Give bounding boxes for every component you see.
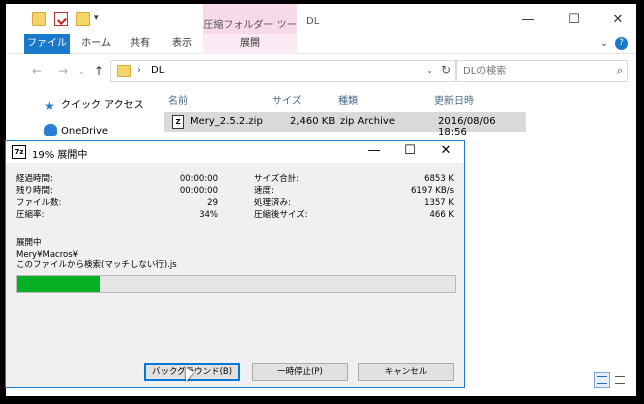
close-icon[interactable]: ✕	[436, 143, 456, 158]
tab-extract[interactable]: 展開	[203, 34, 297, 54]
mouse-cursor-icon	[186, 368, 194, 382]
pause-button[interactable]: 一時停止(P)	[252, 363, 348, 381]
search-input[interactable]	[457, 61, 607, 81]
details-view-icon[interactable]	[594, 372, 610, 388]
help-icon[interactable]: ?	[615, 37, 628, 50]
chevron-down-icon[interactable]: ⌄	[600, 38, 608, 49]
remaining-label: 残り時間:	[16, 186, 53, 196]
details-lines	[597, 376, 607, 384]
column-header-modified[interactable]: 更新日時	[434, 92, 474, 107]
close-icon[interactable]: ✕	[608, 12, 628, 27]
minimize-icon[interactable]: —	[518, 12, 538, 27]
elapsed-value: 00:00:00	[179, 174, 218, 184]
ratio-label: 圧縮率:	[16, 210, 45, 220]
cancel-button[interactable]: キャンセル	[358, 363, 454, 381]
chevron-down-icon[interactable]: ⌄	[426, 66, 433, 75]
file-modified: 2016/08/06 18:56	[438, 116, 496, 138]
extract-progress-dialog: 7z 19% 展開中 — ☐ ✕ 経過時間: 00:00:00 残り時間: 00…	[5, 140, 465, 388]
title-bar: ▾ 圧縮フォルダー ツール DL — ☐ ✕	[6, 4, 636, 46]
ribbon: ファイル ホーム 共有 表示 展開 ⌄ ?	[6, 34, 636, 54]
sidebar-item-label: クイック アクセス	[61, 100, 144, 111]
back-icon[interactable]: ←	[32, 64, 42, 78]
cloud-icon	[44, 124, 57, 136]
new-folder-icon[interactable]	[76, 12, 90, 26]
tab-view[interactable]: 表示	[162, 34, 202, 54]
sidebar-item-label: OneDrive	[61, 126, 109, 137]
refresh-icon[interactable]: ↻	[441, 63, 451, 77]
column-header-size[interactable]: サイズ	[272, 92, 302, 107]
remaining-value: 00:00:00	[179, 186, 218, 196]
7zip-icon: 7z	[12, 145, 26, 159]
speed-value: 6197 KB/s	[410, 186, 454, 196]
tab-file[interactable]: ファイル	[24, 34, 70, 54]
up-icon[interactable]: ↑	[94, 64, 104, 78]
navigation-bar: ← → ⌄ ↑ › DL ⌄ ↻ ⌕	[6, 60, 636, 84]
processed-label: 処理済み:	[254, 198, 291, 208]
processed-value: 1357 K	[424, 198, 454, 208]
folder-icon	[117, 65, 131, 77]
properties-icon[interactable]	[54, 12, 68, 26]
speed-label: 速度:	[254, 186, 274, 196]
file-name: Mery_2.5.2.zip	[190, 116, 263, 127]
window-title: DL	[306, 16, 320, 27]
column-header-name[interactable]: 名前	[168, 92, 188, 107]
elapsed-label: 経過時間:	[16, 174, 53, 184]
maximize-icon[interactable]: ☐	[564, 12, 584, 27]
maximize-icon[interactable]: ☐	[400, 143, 420, 158]
files-value: 29	[207, 198, 218, 208]
zip-file-icon: Z	[172, 115, 184, 129]
files-label: ファイル数:	[16, 198, 62, 208]
file-size: 2,460 KB	[290, 116, 336, 127]
breadcrumb[interactable]: DL	[151, 65, 164, 76]
forward-icon[interactable]: →	[58, 64, 68, 78]
search-icon[interactable]: ⌕	[617, 64, 623, 78]
large-icons-view-icon[interactable]	[612, 372, 628, 388]
quick-access-dropdown-icon[interactable]: ▾	[94, 13, 99, 23]
folder-icon	[32, 12, 46, 26]
address-bar[interactable]: › DL ⌄ ↻	[110, 60, 456, 82]
total-size-label: サイズ合計:	[254, 174, 300, 184]
progress-fill	[17, 276, 101, 292]
context-tab-group: 圧縮フォルダー ツール	[203, 4, 297, 46]
tab-share[interactable]: 共有	[120, 34, 160, 54]
tab-home[interactable]: ホーム	[74, 34, 118, 54]
progress-bar	[16, 275, 456, 293]
breadcrumb-separator-icon: ›	[137, 65, 141, 76]
file-type: zip Archive	[340, 116, 395, 127]
total-size-value: 6853 K	[424, 174, 454, 184]
status-heading: 展開中	[16, 238, 42, 248]
column-header-type[interactable]: 種類	[338, 92, 358, 107]
dialog-title-bar: 7z 19% 展開中 — ☐ ✕	[6, 141, 464, 163]
search-box: ⌕	[456, 60, 628, 82]
current-file: このファイルから検索(マッチしない行).js	[16, 260, 177, 270]
star-icon: ★	[44, 99, 55, 113]
sidebar-item-quick-access[interactable]: ★ クイック アクセス	[44, 98, 144, 114]
icon-lines	[615, 376, 625, 384]
minimize-icon[interactable]: —	[364, 143, 384, 158]
packed-size-label: 圧縮後サイズ:	[254, 210, 308, 220]
dialog-title: 19% 展開中	[32, 150, 88, 161]
table-row[interactable]: Z Mery_2.5.2.zip 2,460 KB zip Archive 20…	[164, 112, 526, 138]
ratio-value: 34%	[199, 210, 218, 220]
recent-dropdown-icon[interactable]: ⌄	[78, 67, 85, 76]
packed-size-value: 466 K	[429, 210, 455, 220]
sidebar-item-onedrive[interactable]: OneDrive	[44, 124, 108, 140]
